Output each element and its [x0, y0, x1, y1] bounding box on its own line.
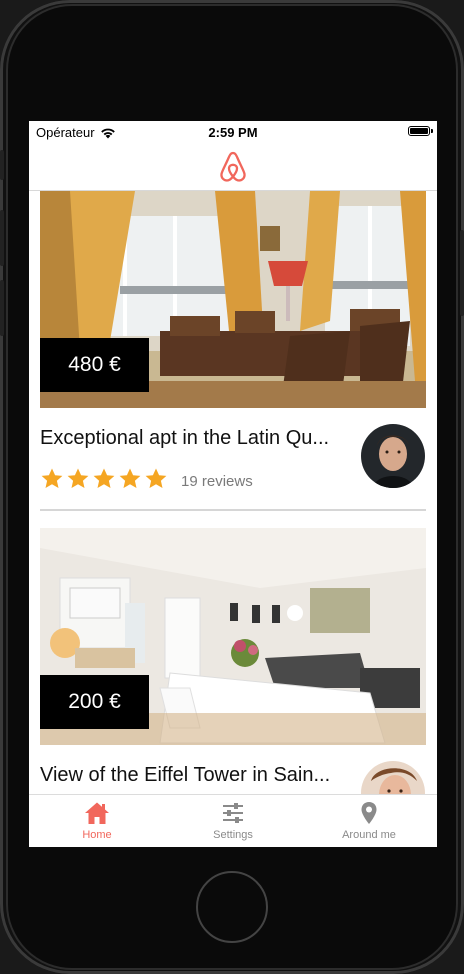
star-icon	[119, 468, 141, 488]
host-avatar[interactable]	[361, 424, 425, 488]
rating-stars	[40, 467, 168, 491]
listing-photo[interactable]: 480 €	[40, 191, 426, 408]
host-avatar[interactable]	[361, 761, 425, 794]
app-screen: Opérateur 2:59 PM 480 € Exceptional apt …	[29, 121, 437, 847]
star-icon	[93, 468, 115, 488]
volume-down-button	[0, 280, 4, 336]
review-count: 19 reviews	[181, 473, 253, 490]
listing-card[interactable]: 200 € View of the Eiffel Tower in Sain..…	[40, 528, 426, 794]
tab-bar: Home Settings Around me	[29, 794, 437, 847]
listing-card[interactable]: 480 € Exceptional apt in the Latin Qu...	[40, 191, 426, 513]
listing-divider	[40, 509, 426, 511]
star-icon	[67, 468, 89, 488]
volume-up-button	[0, 210, 4, 266]
home-icon	[85, 802, 109, 824]
silent-switch	[0, 150, 4, 180]
tab-settings-label: Settings	[213, 829, 253, 841]
listings-feed[interactable]: 480 € Exceptional apt in the Latin Qu...	[29, 191, 437, 794]
star-icon	[145, 468, 167, 488]
price-tag: 480 €	[40, 338, 149, 392]
tab-around-me[interactable]: Around me	[301, 795, 437, 847]
host-portrait	[361, 761, 425, 794]
home-button[interactable]	[196, 871, 268, 943]
listing-title[interactable]: View of the Eiffel Tower in Sain...	[40, 764, 330, 787]
host-portrait	[361, 424, 425, 488]
airbnb-logo-icon[interactable]	[218, 150, 248, 183]
clock: 2:59 PM	[208, 125, 258, 140]
star-icon	[41, 468, 63, 488]
listing-photo[interactable]: 200 €	[40, 528, 426, 745]
sliders-icon	[223, 803, 243, 823]
tab-around-me-label: Around me	[342, 829, 396, 841]
tab-settings[interactable]: Settings	[165, 795, 301, 847]
price-tag: 200 €	[40, 675, 149, 729]
tab-home[interactable]: Home	[29, 795, 165, 847]
map-pin-icon	[361, 802, 377, 824]
listing-title[interactable]: Exceptional apt in the Latin Qu...	[40, 427, 329, 450]
power-button	[460, 230, 464, 316]
app-header	[29, 143, 437, 191]
status-bar: Opérateur 2:59 PM	[29, 121, 437, 143]
battery-icon	[408, 126, 433, 136]
tab-home-label: Home	[82, 829, 112, 841]
